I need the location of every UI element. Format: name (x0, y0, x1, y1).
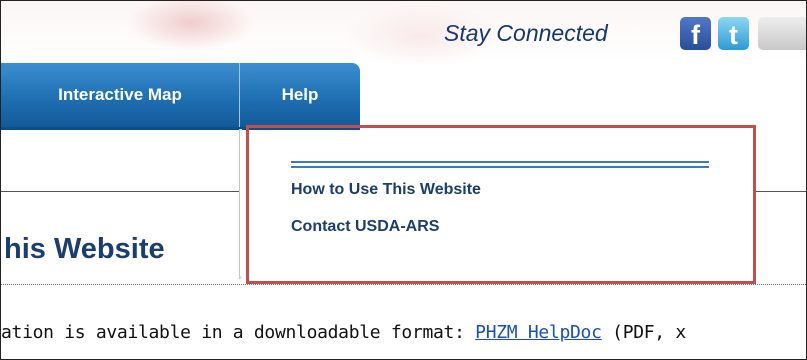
tab-interactive-map[interactable]: Interactive Map (1, 63, 240, 127)
menu-item-how-to-use[interactable]: How to Use This Website (291, 181, 481, 199)
title-divider (1, 284, 806, 285)
menu-item-contact-usda-ars[interactable]: Contact USDA-ARS (291, 218, 439, 236)
main-nav: Interactive Map Help (1, 63, 806, 130)
screenshot-frame: Stay Connected f t Interactive Map Help … (0, 0, 807, 360)
tab-interactive-map-label: Interactive Map (58, 85, 182, 104)
facebook-icon[interactable]: f (680, 17, 711, 50)
dropdown-rule (291, 161, 709, 168)
stay-connected-label: Stay Connected (444, 20, 608, 46)
tab-help[interactable]: Help (240, 63, 360, 127)
page-title: his Website (4, 233, 165, 265)
twitter-icon[interactable]: t (718, 17, 749, 50)
header-banner: Stay Connected f t (1, 1, 806, 63)
help-paragraph: ation is available in a downloadable for… (1, 322, 686, 343)
tab-help-label: Help (281, 85, 319, 104)
social-icon[interactable] (758, 17, 806, 50)
help-dropdown-menu (240, 131, 755, 276)
nav-underline (1, 127, 360, 130)
help-text-suffix: (PDF, x (601, 322, 686, 343)
help-text-prefix: ation is available in a downloadable for… (1, 322, 476, 343)
helpdoc-link[interactable]: PHZM HelpDoc (475, 322, 602, 343)
